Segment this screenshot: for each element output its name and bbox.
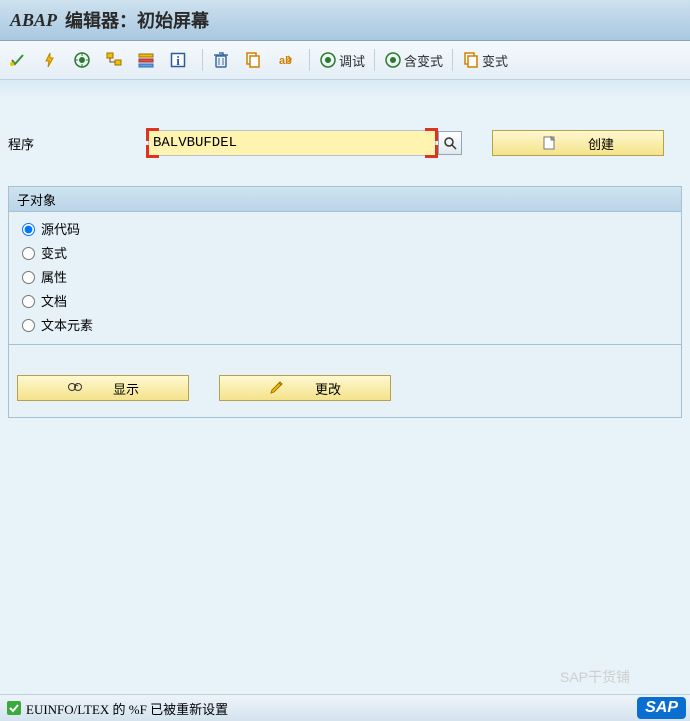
object-list-icon[interactable] xyxy=(134,47,164,73)
title-app: ABAP xyxy=(10,10,57,31)
toolbar-separator xyxy=(309,49,310,71)
radio-docs-input[interactable] xyxy=(22,295,35,308)
change-button[interactable]: 更改 xyxy=(219,375,391,401)
radio-source-input[interactable] xyxy=(22,223,35,236)
program-row: 程序 创建 xyxy=(0,80,690,156)
rename-icon[interactable]: ab xyxy=(273,47,303,73)
debug-label: 调试 xyxy=(339,51,365,70)
svg-text:ab: ab xyxy=(279,55,292,67)
delete-icon[interactable] xyxy=(209,47,239,73)
create-button[interactable]: 创建 xyxy=(492,130,664,156)
activate-icon[interactable] xyxy=(38,47,68,73)
variant-label: 变式 xyxy=(482,51,508,70)
radio-attributes[interactable]: 属性 xyxy=(9,264,681,288)
radio-docs[interactable]: 文档 xyxy=(9,288,681,312)
change-label: 更改 xyxy=(315,379,341,398)
watermark: SAP干货铺 xyxy=(560,667,630,687)
check-icon[interactable] xyxy=(6,47,36,73)
with-variant-label: 含变式 xyxy=(404,51,443,70)
title-bar: ABAP 编辑器：初始屏幕 xyxy=(0,0,690,41)
radio-source[interactable]: 源代码 xyxy=(9,216,681,240)
search-help-button[interactable] xyxy=(438,131,462,155)
program-input[interactable] xyxy=(148,130,436,156)
sap-logo: SAP xyxy=(637,697,686,719)
where-used-icon[interactable] xyxy=(102,47,132,73)
with-variant-button[interactable]: 含变式 xyxy=(381,47,446,73)
toolbar-separator xyxy=(202,49,203,71)
radio-attributes-input[interactable] xyxy=(22,271,35,284)
action-row: 显示 更改 xyxy=(8,345,682,418)
create-label: 创建 xyxy=(588,134,614,153)
status-ok-icon xyxy=(6,700,22,716)
display-button[interactable]: 显示 xyxy=(17,375,189,401)
subobject-title: 子对象 xyxy=(9,187,681,212)
program-input-wrap xyxy=(148,130,436,156)
radio-text-elements-input[interactable] xyxy=(22,319,35,332)
subobject-body: 源代码 变式 属性 文档 文本元素 xyxy=(9,212,681,344)
status-bar: EUINFO/LTEX 的 %F 已被重新设置 SAP xyxy=(0,694,690,721)
radio-variant[interactable]: 变式 xyxy=(9,240,681,264)
subobject-panel: 子对象 源代码 变式 属性 文档 文本元素 xyxy=(8,186,682,345)
toolbar: i ab 调试 含变式 变式 xyxy=(0,41,690,80)
title-text: 编辑器：初始屏幕 xyxy=(65,7,209,33)
program-label: 程序 xyxy=(8,134,148,153)
content-area: 程序 创建 子对象 源代码 变式 属性 xyxy=(0,80,690,700)
radio-variant-input[interactable] xyxy=(22,247,35,260)
radio-text-elements[interactable]: 文本元素 xyxy=(9,312,681,336)
status-text: EUINFO/LTEX 的 %F 已被重新设置 xyxy=(26,699,228,718)
info-icon[interactable]: i xyxy=(166,47,196,73)
execute-icon[interactable] xyxy=(70,47,100,73)
svg-text:i: i xyxy=(176,53,180,68)
copy-icon[interactable] xyxy=(241,47,271,73)
variant-button[interactable]: 变式 xyxy=(459,47,511,73)
debug-button[interactable]: 调试 xyxy=(316,47,368,73)
toolbar-separator xyxy=(374,49,375,71)
toolbar-separator xyxy=(452,49,453,71)
display-label: 显示 xyxy=(113,379,139,398)
